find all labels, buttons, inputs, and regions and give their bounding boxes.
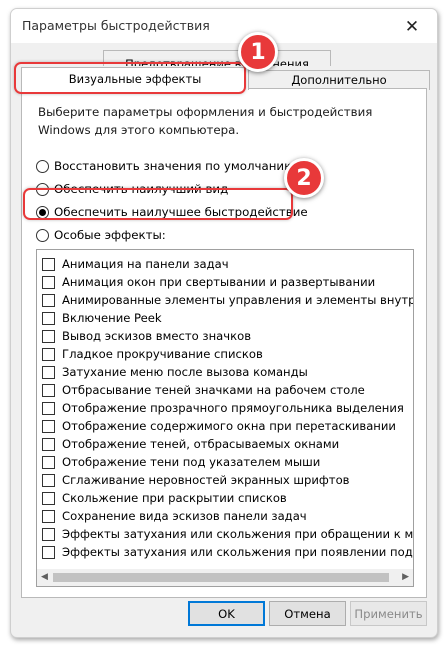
effect-item[interactable]: Отображение содержимого окна при перетас… xyxy=(37,417,413,435)
effect-item[interactable]: Отображение теней, отбрасываемых окнами xyxy=(37,435,413,453)
effect-item[interactable]: Сглаживание неровностей экранных шрифтов xyxy=(37,471,413,489)
cancel-button[interactable]: Отмена xyxy=(269,601,346,626)
effect-label: Отображение тени под указателем мыши xyxy=(62,455,321,469)
effect-label: Сглаживание неровностей экранных шрифтов xyxy=(62,473,350,487)
tab-label: Дополнительно xyxy=(291,73,387,87)
radio-button[interactable] xyxy=(36,228,49,242)
title-bar: Параметры быстродействия ✕ xyxy=(11,9,437,43)
radio-label: Особые эффекты: xyxy=(54,228,166,242)
effect-item[interactable]: Эффекты затухания или скольжения при поя… xyxy=(37,543,413,561)
checkbox[interactable] xyxy=(42,545,55,559)
effect-label: Отображение теней, отбрасываемых окнами xyxy=(62,437,340,451)
radio-label: Восстановить значения по умолчанию xyxy=(54,159,295,173)
checkbox[interactable] xyxy=(42,365,55,379)
effect-item[interactable]: Отбрасывание теней значками на рабочем с… xyxy=(37,381,413,399)
description-text: Выберите параметры оформления и быстроде… xyxy=(38,105,373,137)
checkbox[interactable] xyxy=(42,491,55,505)
effect-label: Гладкое прокручивание списков xyxy=(62,347,263,361)
checkbox[interactable] xyxy=(42,275,55,289)
step-badge-1: 1 xyxy=(238,32,278,72)
checkbox[interactable] xyxy=(42,383,55,397)
effect-label: Эффекты затухания или скольжения при поя… xyxy=(62,545,413,559)
effect-label: Сохранение вида эскизов панели задач xyxy=(62,509,307,523)
effect-label: Затухание меню после вызова команды xyxy=(62,365,308,379)
checkbox[interactable] xyxy=(42,401,55,415)
effect-item[interactable]: Затухание меню после вызова команды xyxy=(37,363,413,381)
effect-item[interactable]: Включение Peek xyxy=(37,309,413,327)
effect-item[interactable]: Сохранение вида эскизов панели задач xyxy=(37,507,413,525)
close-icon[interactable]: ✕ xyxy=(391,13,433,41)
checkbox[interactable] xyxy=(42,437,55,451)
checkbox[interactable] xyxy=(42,257,55,271)
effect-item[interactable]: Анимация окон при свертывании и разверты… xyxy=(37,273,413,291)
highlight-best-performance xyxy=(23,188,293,220)
step-badge-2: 2 xyxy=(284,158,324,198)
checkbox[interactable] xyxy=(42,527,55,541)
checkbox[interactable] xyxy=(42,419,55,433)
effect-label: Отображение содержимого окна при перетас… xyxy=(62,419,396,433)
scroll-left-icon[interactable]: ◀ xyxy=(41,572,48,582)
effect-item[interactable]: Эффекты затухания или скольжения при обр… xyxy=(37,525,413,543)
effect-item[interactable]: Анимированные элементы управления и элем… xyxy=(37,291,413,309)
scroll-right-icon[interactable]: ▶ xyxy=(402,572,409,582)
checkbox[interactable] xyxy=(42,509,55,523)
scrollbar-thumb[interactable] xyxy=(53,573,389,582)
effect-label: Отображение прозрачного прямоугольника в… xyxy=(62,401,404,415)
radio-default[interactable]: Восстановить значения по умолчанию xyxy=(36,159,294,173)
checkbox[interactable] xyxy=(42,473,55,487)
effect-item[interactable]: Отображение тени под указателем мыши xyxy=(37,453,413,471)
effect-label: Отбрасывание теней значками на рабочем с… xyxy=(62,383,365,397)
radio-custom[interactable]: Особые эффекты: xyxy=(36,228,166,242)
effect-label: Анимированные элементы управления и элем… xyxy=(62,293,413,307)
performance-options-dialog: Параметры быстродействия ✕ Предотвращени… xyxy=(10,8,438,638)
radio-button[interactable] xyxy=(36,159,49,173)
effect-label: Включение Peek xyxy=(62,311,162,325)
apply-button: Применить xyxy=(350,601,427,626)
effect-item[interactable]: Скольжение при раскрытии списков xyxy=(37,489,413,507)
visual-effects-panel: Выберите параметры оформления и быстроде… xyxy=(21,88,427,598)
effect-item[interactable]: Отображение прозрачного прямоугольника в… xyxy=(37,399,413,417)
effects-list[interactable]: Анимация на панели задач Анимация окон пр… xyxy=(36,249,414,587)
effects-list-items: Анимация на панели задач Анимация окон пр… xyxy=(37,255,413,564)
checkbox[interactable] xyxy=(42,329,55,343)
checkbox[interactable] xyxy=(42,455,55,469)
checkbox[interactable] xyxy=(42,293,55,307)
checkbox[interactable] xyxy=(42,311,55,325)
window-title: Параметры быстродействия xyxy=(22,18,210,33)
ok-button[interactable]: OK xyxy=(188,601,265,626)
effect-label: Вывод эскизов вместо значков xyxy=(62,329,252,343)
effect-label: Анимация окон при свертывании и разверты… xyxy=(62,275,376,289)
tab-advanced[interactable]: Дополнительно xyxy=(248,70,430,90)
effect-item[interactable]: Гладкое прокручивание списков xyxy=(37,345,413,363)
horizontal-scrollbar[interactable]: ◀ ▶ xyxy=(37,569,413,586)
highlight-visual-effects-tab xyxy=(14,62,246,94)
effect-item[interactable]: Вывод эскизов вместо значков xyxy=(37,327,413,345)
checkbox[interactable] xyxy=(42,347,55,361)
effect-item[interactable]: Анимация на панели задач xyxy=(37,255,413,273)
effect-label: Скольжение при раскрытии списков xyxy=(62,491,287,505)
effect-label: Анимация на панели задач xyxy=(62,257,229,271)
effect-label: Эффекты затухания или скольжения при обр… xyxy=(62,527,413,541)
